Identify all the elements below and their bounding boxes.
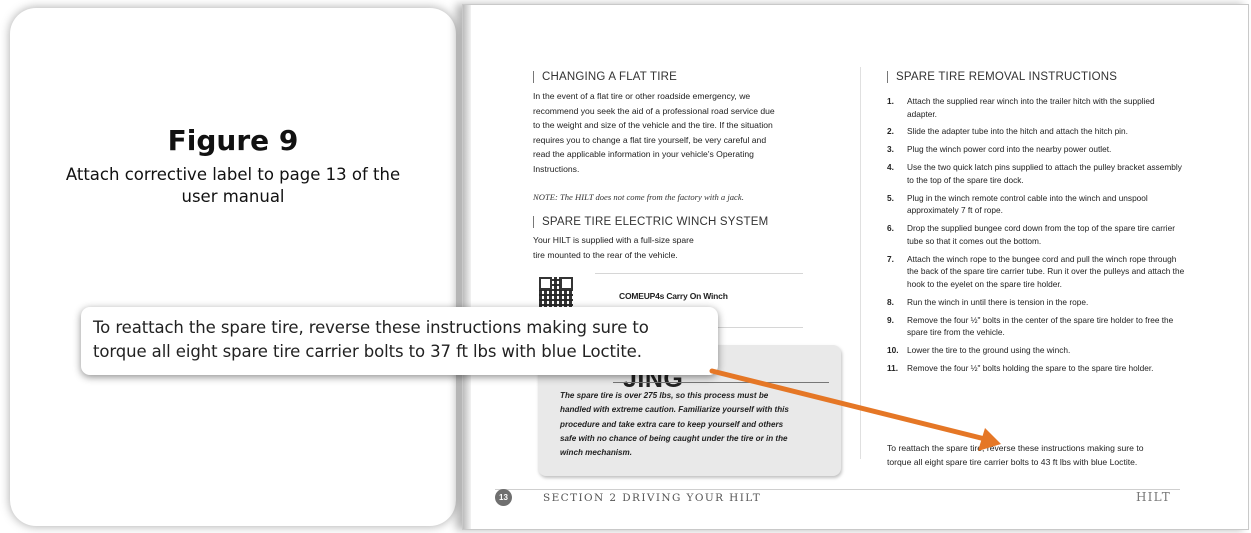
arrow-shaft: [709, 368, 988, 442]
pointer-arrow-icon: [709, 368, 1001, 451]
